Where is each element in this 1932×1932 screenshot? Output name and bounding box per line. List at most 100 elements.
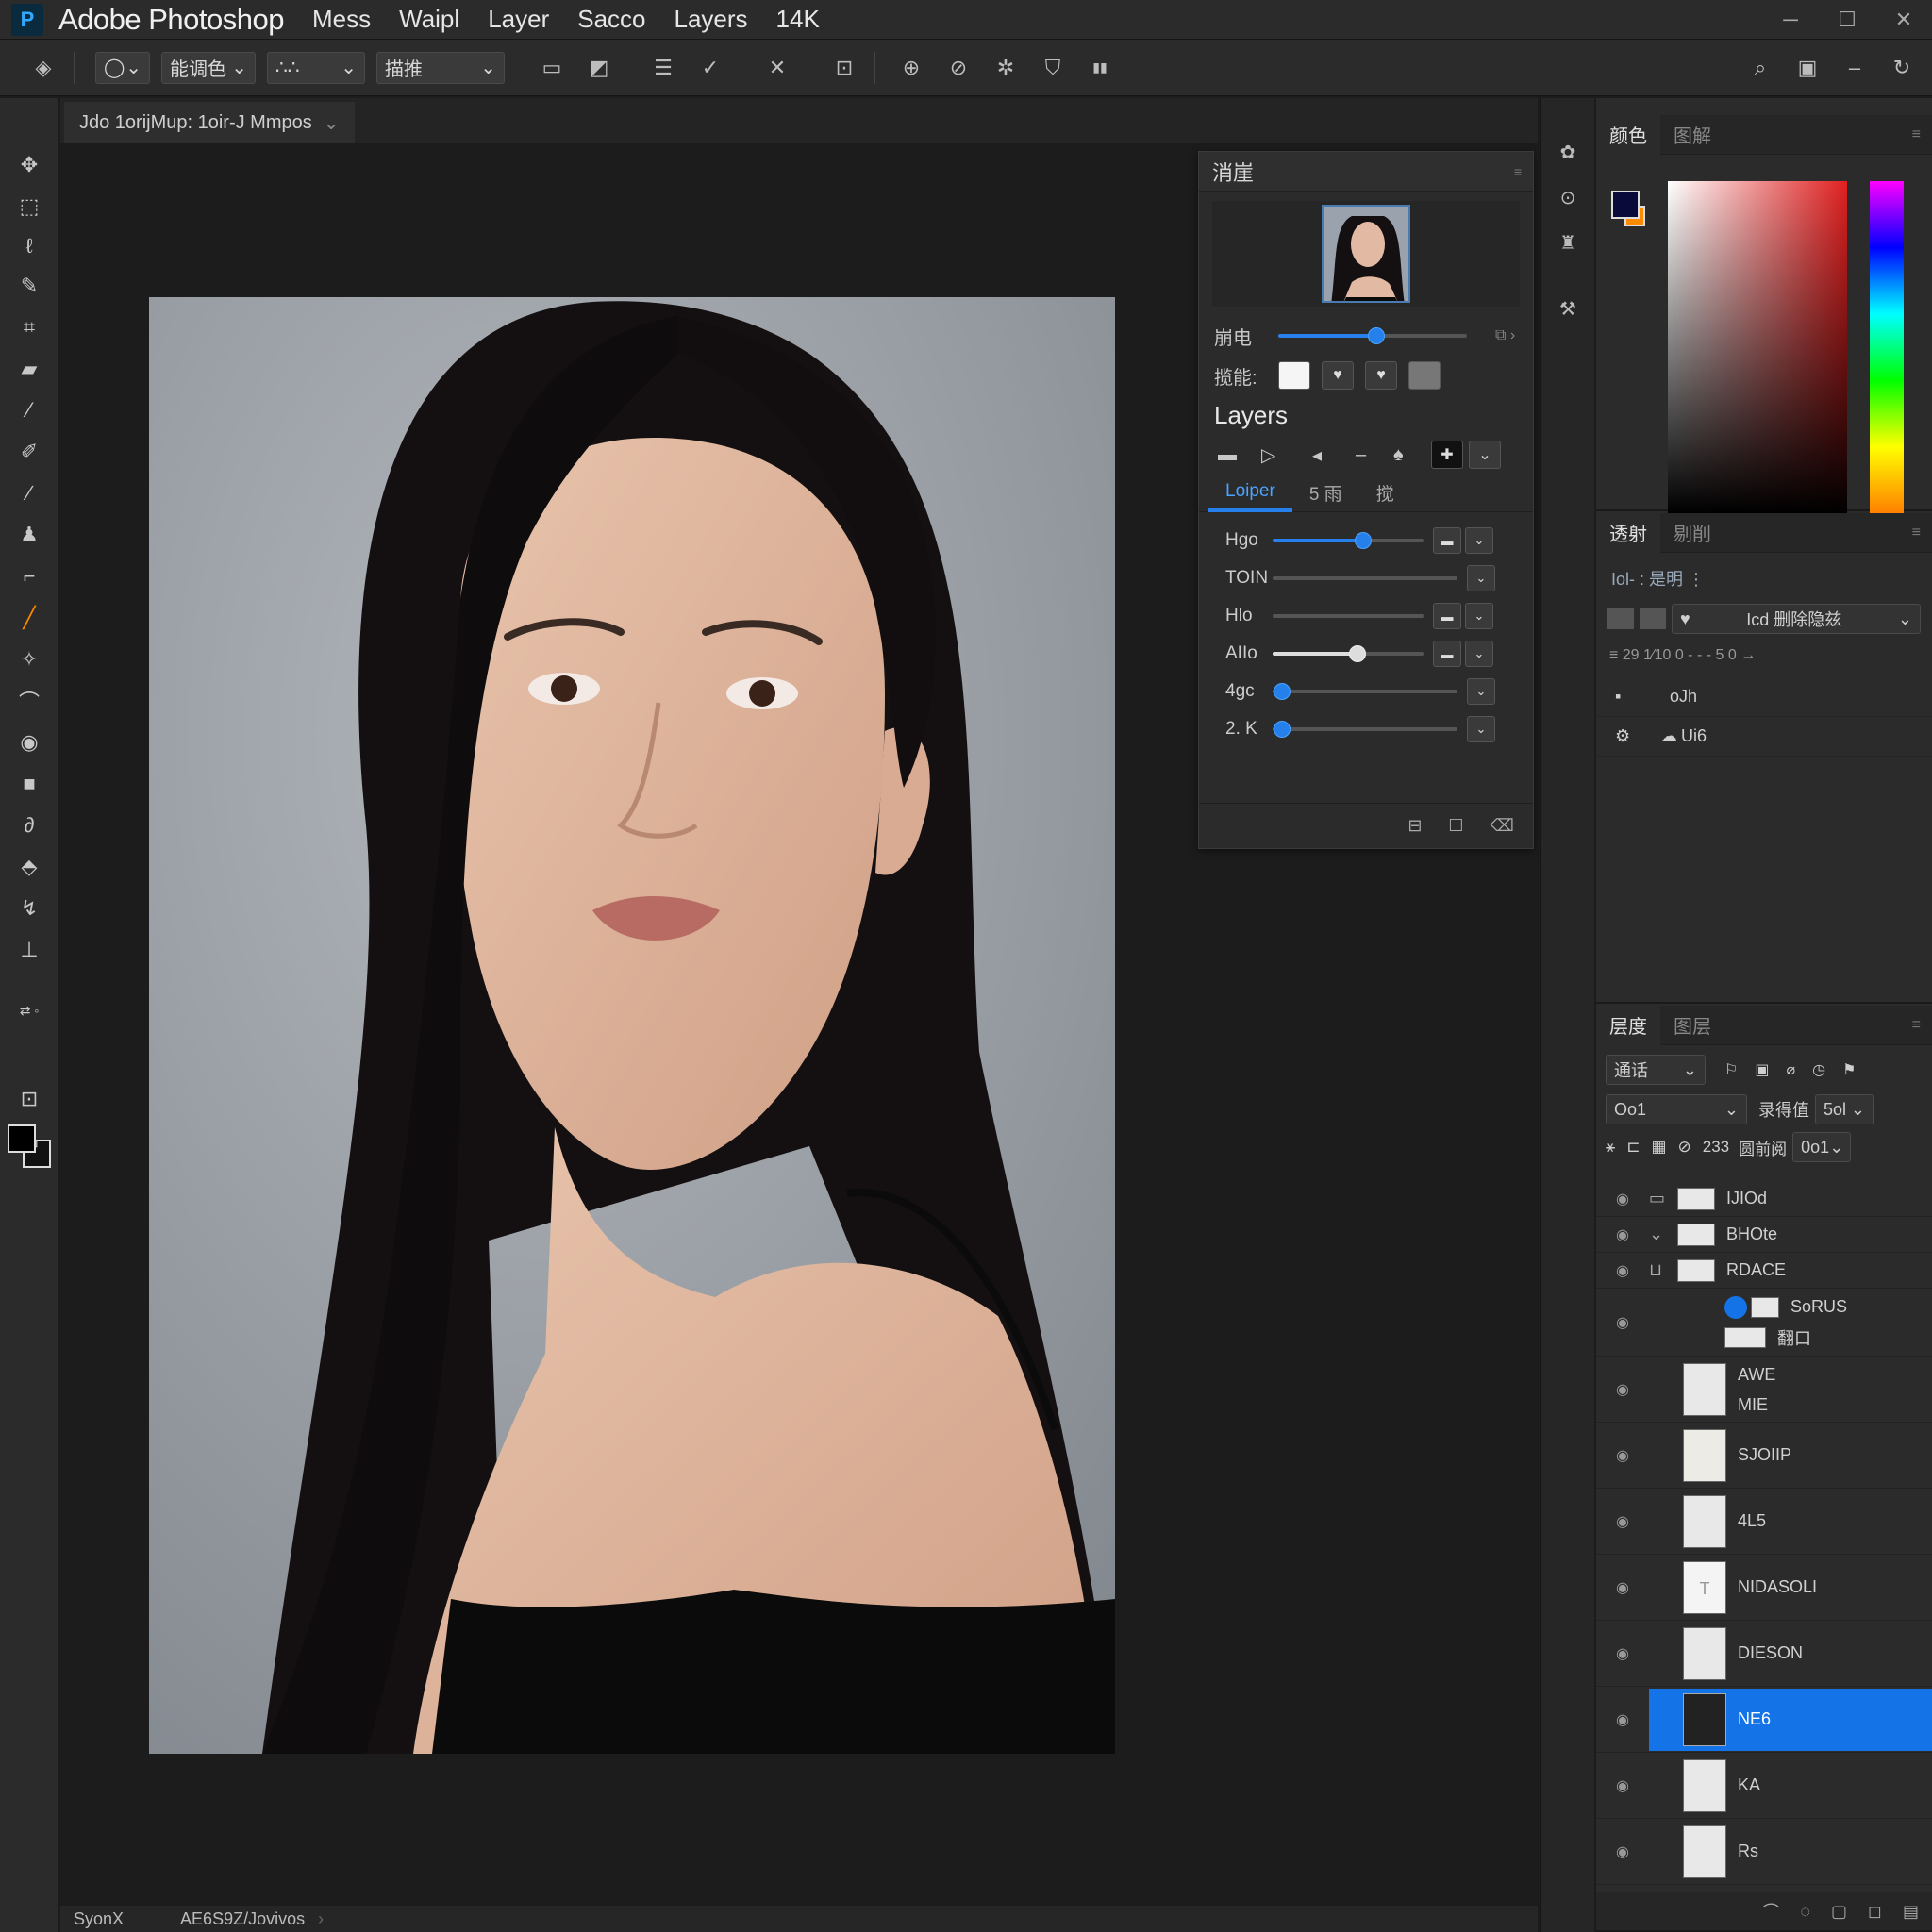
speaker-icon[interactable]: ◂ bbox=[1312, 443, 1356, 467]
eraser-icon[interactable]: ▰ bbox=[13, 353, 45, 385]
property-slider-1-knob[interactable] bbox=[1368, 327, 1385, 344]
adjustment-dropdown-6[interactable]: ⌄ bbox=[1467, 716, 1495, 742]
foreground-color-swatch[interactable] bbox=[8, 1124, 36, 1153]
eyedropper-icon[interactable]: ⁄ bbox=[13, 394, 45, 426]
selected-layer-body[interactable]: NE6 bbox=[1649, 1688, 1932, 1751]
trash-icon[interactable]: ⌫ bbox=[1491, 816, 1514, 836]
panel-menu-icon[interactable]: ≡ bbox=[1514, 164, 1522, 179]
fill-input[interactable]: 0o1 ⌄ bbox=[1792, 1132, 1852, 1162]
filter-adjust-icon[interactable]: ▣ bbox=[1755, 1060, 1769, 1079]
search-circle-icon[interactable]: ⊙ bbox=[1552, 181, 1584, 213]
paw-icon[interactable]: ✿ bbox=[1552, 136, 1584, 168]
tools-preset-icon[interactable]: ⚒ bbox=[1552, 292, 1584, 325]
tab-color[interactable]: 颜色 bbox=[1596, 114, 1660, 155]
adjustment-dropdown-2[interactable]: ⌄ bbox=[1467, 565, 1495, 591]
quick-mask-icon[interactable]: ⊡ bbox=[13, 1083, 45, 1115]
tab-layers[interactable]: 层度 bbox=[1596, 1005, 1660, 1045]
tab-loiper[interactable]: Loiper bbox=[1208, 475, 1292, 512]
preset-swatch-1[interactable] bbox=[1607, 608, 1634, 629]
path-select-icon[interactable]: ⬘ bbox=[13, 851, 45, 883]
filter-shape-icon[interactable]: ◷ bbox=[1812, 1060, 1825, 1079]
lock-all-icon[interactable]: ⊘ bbox=[1678, 1138, 1691, 1157]
visibility-eye-icon[interactable]: ◉ bbox=[1596, 1776, 1649, 1795]
adjustment-swatch-1[interactable]: ▬ bbox=[1433, 527, 1461, 554]
menu-item-1[interactable]: Mess bbox=[312, 5, 371, 34]
preset-swatch-2[interactable] bbox=[1640, 608, 1666, 629]
layer-row[interactable]: ◉ Rs bbox=[1596, 1819, 1932, 1885]
lasso-tool-icon[interactable]: ℓ bbox=[13, 230, 45, 262]
brush-tool-icon[interactable]: ∕ bbox=[13, 477, 45, 509]
shield-icon[interactable]: ⛉ bbox=[1032, 47, 1074, 89]
close-icon[interactable]: ✕ bbox=[1875, 0, 1932, 40]
adjustment-slider-6[interactable] bbox=[1273, 721, 1457, 738]
layer-row[interactable]: ◉ ▭ IJIOd bbox=[1596, 1181, 1932, 1217]
tab-swatches[interactable]: 图解 bbox=[1660, 115, 1724, 155]
adjustment-slider-1-knob[interactable] bbox=[1355, 532, 1372, 549]
menu-item-4[interactable]: Sacco bbox=[577, 5, 645, 34]
zoom-tool-icon[interactable]: ⊥ bbox=[13, 934, 45, 966]
briefcase-icon[interactable]: ▭ bbox=[531, 47, 573, 89]
visibility-eye-icon[interactable]: ◉ bbox=[1596, 1446, 1649, 1465]
tab-adjust[interactable]: 透射 bbox=[1596, 512, 1660, 553]
layer-row[interactable]: ◉ SoRUS 翻口 bbox=[1596, 1289, 1932, 1357]
adjustment-slider-1[interactable] bbox=[1273, 532, 1424, 549]
heart-dropdown-icon[interactable]: ♥ bbox=[1322, 361, 1354, 390]
visibility-eye-icon[interactable]: ◉ bbox=[1596, 1225, 1649, 1244]
cancel-icon[interactable]: ✕ bbox=[757, 47, 798, 89]
mask-icon[interactable]: ▢ bbox=[1831, 1902, 1847, 1922]
adjustment-item-1[interactable]: ▪ oJh bbox=[1596, 677, 1932, 717]
tab-2[interactable]: 5 雨 bbox=[1292, 475, 1359, 512]
layer-row[interactable]: ◉ ⊔ RDACE bbox=[1596, 1253, 1932, 1289]
layer-row-selected[interactable]: ◉ NE6 bbox=[1596, 1687, 1932, 1753]
menu-item-layers[interactable]: Layers bbox=[675, 5, 748, 34]
tab-close-icon[interactable]: ⌄ bbox=[324, 111, 340, 135]
filter-smart-icon[interactable]: ⚑ bbox=[1842, 1060, 1856, 1079]
menu-item-layer[interactable]: Layer bbox=[488, 5, 549, 34]
zoom-level-text[interactable]: SyonX bbox=[74, 1909, 124, 1929]
chevron-down-icon[interactable]: ⌄ bbox=[1469, 441, 1501, 469]
layer-row[interactable]: ◉ ⌄ BHOte bbox=[1596, 1217, 1932, 1253]
adjustment-slider-6-knob[interactable] bbox=[1273, 721, 1291, 738]
new-group-icon[interactable]: ⊟ bbox=[1407, 816, 1422, 836]
mode-select[interactable]: 能调色 ⌄ bbox=[161, 51, 256, 84]
panel-menu-icon[interactable]: ≡ bbox=[1912, 525, 1921, 541]
pen-tool-icon[interactable]: ◉ bbox=[13, 726, 45, 758]
style-select[interactable]: 描推 ⌄ bbox=[376, 51, 505, 84]
property-slider-1[interactable] bbox=[1278, 327, 1467, 344]
adjustment-slider-4[interactable] bbox=[1273, 645, 1424, 662]
swap-colors-icon[interactable]: ⇄ ◦ bbox=[13, 994, 45, 1026]
sparkle-icon[interactable]: ✲ bbox=[985, 47, 1026, 89]
link-icon[interactable]: ⧉ › bbox=[1495, 327, 1515, 344]
workspace-icon[interactable]: ▣ bbox=[1787, 47, 1828, 89]
adjustment-dropdown-1[interactable]: ⌄ bbox=[1465, 527, 1493, 554]
shape-icon[interactable]: ◩ bbox=[578, 47, 620, 89]
refresh-icon[interactable]: ↻ bbox=[1881, 47, 1923, 89]
hue-slider[interactable] bbox=[1870, 181, 1904, 513]
marquee-tool-icon[interactable]: ⬚ bbox=[13, 191, 45, 223]
visibility-eye-icon[interactable]: ◉ bbox=[1596, 1512, 1649, 1531]
visibility-eye-icon[interactable]: ◉ bbox=[1596, 1313, 1649, 1332]
visibility-eye-icon[interactable]: ◉ bbox=[1596, 1842, 1649, 1861]
globe-icon[interactable]: ⊕ bbox=[891, 47, 932, 89]
size-select[interactable]: ∴∴ ⌄ bbox=[267, 51, 365, 84]
adjustment-swatch-4[interactable]: ▬ bbox=[1433, 641, 1461, 667]
adjustment-dropdown-4[interactable]: ⌄ bbox=[1465, 641, 1493, 667]
document-tab[interactable]: Jdo 1orijMup: 1oir-J Mmpos ⌄ bbox=[64, 102, 355, 143]
adjustment-slider-4-knob[interactable] bbox=[1348, 645, 1366, 662]
lock-transparent-icon[interactable]: ⚹ bbox=[1606, 1138, 1615, 1157]
adjustment-swatch-3[interactable]: ▬ bbox=[1433, 603, 1461, 629]
lock-pixels-icon[interactable]: ⊏ bbox=[1626, 1138, 1640, 1157]
rectangle-tool-icon[interactable]: ■ bbox=[13, 768, 45, 800]
tab-channels[interactable]: 图层 bbox=[1660, 1006, 1724, 1045]
trash-icon[interactable]: ▤ bbox=[1903, 1902, 1919, 1922]
chevron-down-icon[interactable]: ⌄ bbox=[1649, 1224, 1677, 1244]
heart-dropdown-icon-2[interactable]: ♥ bbox=[1365, 361, 1397, 390]
adjustment-dropdown-3[interactable]: ⌄ bbox=[1465, 603, 1493, 629]
adjustment-slider-2[interactable] bbox=[1273, 576, 1457, 580]
color-picker-field[interactable] bbox=[1668, 181, 1847, 513]
check-icon[interactable]: ✓ bbox=[690, 47, 731, 89]
levels-icon[interactable]: ▮▮ bbox=[1079, 47, 1121, 89]
filter-pixel-icon[interactable]: ⚐ bbox=[1724, 1060, 1738, 1079]
dodge-tool-icon[interactable]: ⌒ bbox=[13, 685, 45, 717]
opacity-input[interactable]: 5ol ⌄ bbox=[1815, 1094, 1874, 1124]
